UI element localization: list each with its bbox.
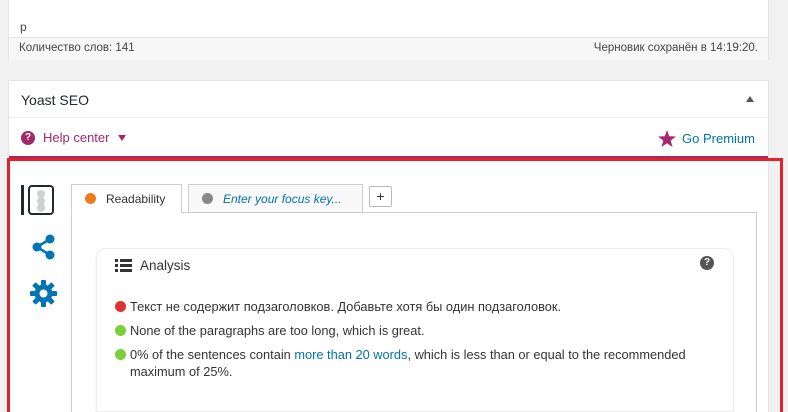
analysis-results: Текст не содержит подзаголовков. Добавьт… <box>113 298 713 387</box>
green-bullet-icon <box>115 349 126 360</box>
more-than-20-words-link[interactable]: more than 20 words <box>294 347 407 362</box>
question-icon: ? <box>21 130 35 145</box>
list-item: Текст не содержит подзаголовков. Добавьт… <box>113 298 713 315</box>
active-indicator <box>21 185 24 215</box>
orange-status-icon <box>85 193 96 204</box>
traffic-light-icon[interactable] <box>28 185 54 215</box>
analysis-title: Analysis <box>140 258 191 273</box>
caret-down-icon <box>118 134 127 141</box>
editor-statusbar: Количество слов: 141 Черновик сохранён в… <box>9 37 768 60</box>
tab-readability-label: Readability <box>106 191 166 206</box>
tab-focus-keyword-label: Enter your focus key... <box>223 191 342 206</box>
tab-readability[interactable]: Readability <box>71 184 182 213</box>
draft-status: Черновик сохранён в 14:19:20. <box>593 42 758 54</box>
result-text-before: 0% of the sentences contain <box>130 347 295 362</box>
editor-panel: p Количество слов: 141 Черновик сохранён… <box>8 0 769 60</box>
analysis-heading[interactable]: Analysis <box>115 258 190 273</box>
element-path[interactable]: p <box>20 20 27 34</box>
add-keyword-button[interactable]: + <box>369 186 392 207</box>
word-count: Количество слов: 141 <box>19 42 135 54</box>
gray-status-icon <box>202 193 213 204</box>
green-bullet-icon <box>115 325 126 336</box>
list-item: 0% of the sentences contain more than 20… <box>113 346 713 380</box>
gear-icon[interactable] <box>30 280 57 307</box>
collapse-arrow-icon[interactable] <box>746 96 754 102</box>
traffic-dot <box>37 204 45 212</box>
help-center-button[interactable]: ? Help center <box>21 130 127 145</box>
go-premium-link[interactable]: Go Premium <box>658 130 755 147</box>
list-item: None of the paragraphs are too long, whi… <box>113 322 713 339</box>
share-icon[interactable] <box>30 233 56 261</box>
result-text: Текст не содержит подзаголовков. Добавьт… <box>130 299 562 314</box>
help-icon[interactable]: ? <box>700 256 714 270</box>
help-center-label: Help center <box>43 130 110 145</box>
yoast-header[interactable]: Yoast SEO <box>9 81 768 118</box>
result-text: None of the paragraphs are too long, whi… <box>130 323 425 338</box>
list-icon <box>115 259 132 272</box>
red-bullet-icon <box>115 301 126 312</box>
analysis-card: Analysis ? Текст не содержит подзаголовк… <box>96 248 734 412</box>
tab-focus-keyword[interactable]: Enter your focus key... <box>188 184 363 213</box>
yoast-toolbar: ? Help center Go Premium <box>9 119 768 158</box>
yoast-title: Yoast SEO <box>21 92 89 108</box>
star-icon <box>658 130 676 147</box>
go-premium-label: Go Premium <box>682 131 755 146</box>
